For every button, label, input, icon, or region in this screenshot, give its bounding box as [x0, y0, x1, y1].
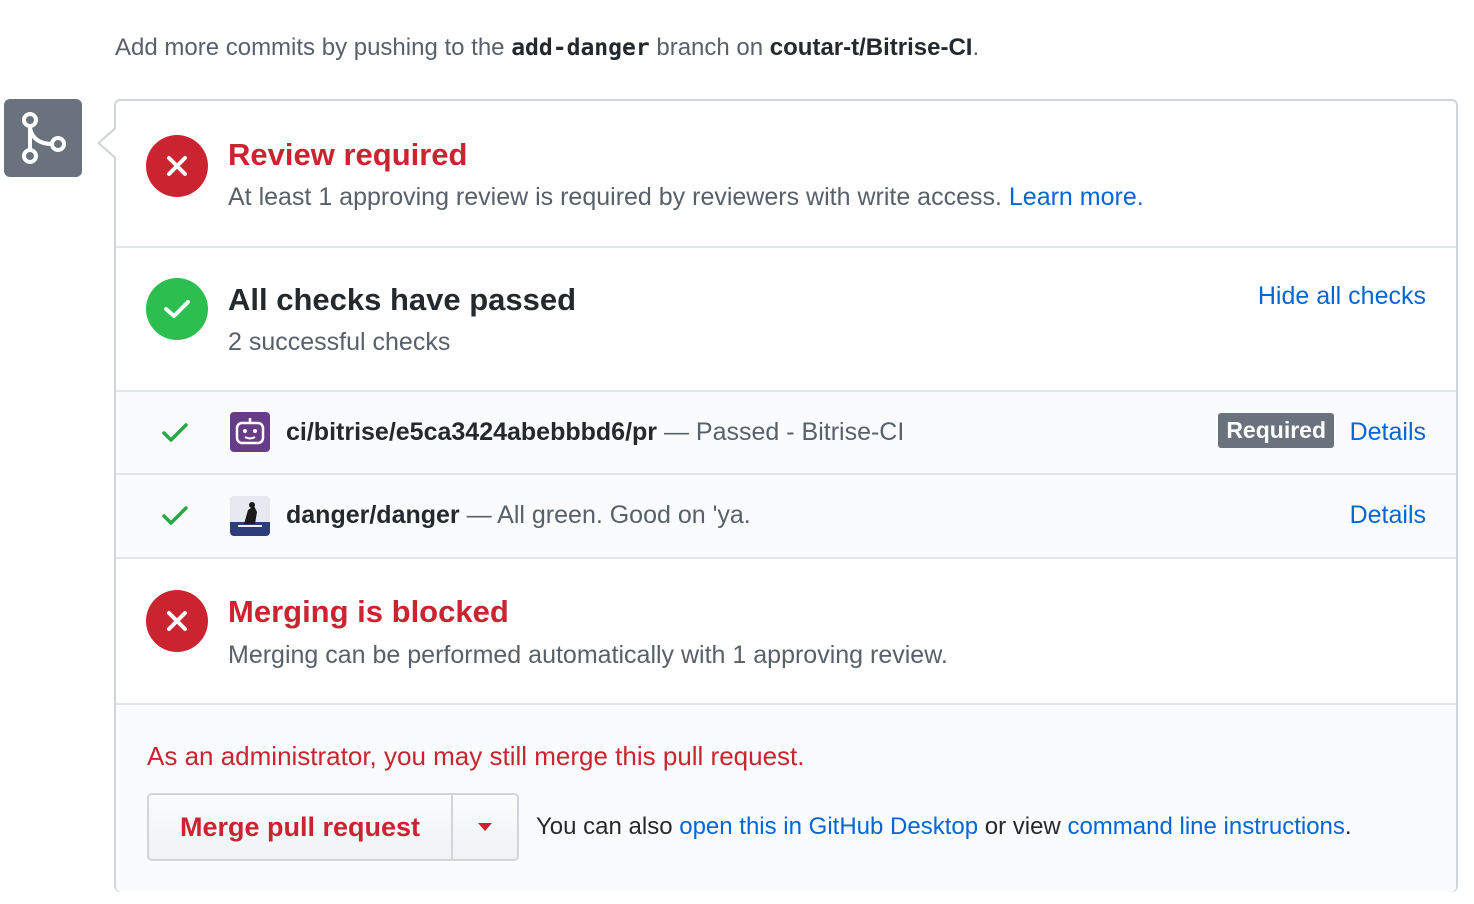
bitrise-avatar	[230, 412, 270, 452]
blocked-title: Merging is blocked	[228, 594, 509, 629]
x-circle-icon	[146, 135, 208, 197]
check-description: ci/bitrise/e5ca3424abebbbd6/pr — Passed …	[286, 418, 904, 447]
checks-title: All checks have passed	[228, 282, 577, 317]
merge-section: As an administrator, you may still merge…	[116, 705, 1456, 892]
push-hint-middle: branch on	[656, 34, 764, 61]
check-row: danger/danger — All green. Good on 'ya. …	[116, 475, 1456, 559]
check-row: ci/bitrise/e5ca3424abebbbd6/pr — Passed …	[116, 392, 1456, 475]
check-circle-icon	[146, 278, 208, 340]
push-hint-prefix: Add more commits by pushing to the	[115, 34, 505, 61]
checks-section: All checks have passed 2 successful chec…	[116, 248, 1456, 392]
required-badge: Required	[1218, 413, 1334, 448]
also-prefix: You can also	[536, 813, 673, 840]
details-link[interactable]: Details	[1350, 418, 1426, 447]
also-period: .	[1344, 813, 1352, 840]
merge-status-box: Review required At least 1 approving rev…	[114, 99, 1458, 892]
push-hint: Add more commits by pushing to the add-d…	[115, 34, 979, 62]
or-view-text: or view	[984, 813, 1061, 840]
git-merge-icon	[4, 99, 82, 177]
alternative-merge-text: You can also open this in GitHub Desktop…	[536, 813, 1352, 841]
box-pointer-inner	[100, 129, 116, 157]
blocked-description: Merging can be performed automatically w…	[228, 641, 948, 669]
check-icon	[162, 505, 188, 532]
push-hint-suffix: .	[972, 34, 980, 61]
check-context: danger/danger	[286, 501, 460, 529]
checks-subtitle: 2 successful checks	[228, 328, 451, 356]
check-status-text: — Passed - Bitrise-CI	[663, 418, 905, 446]
blocked-section: Merging is blocked Merging can be perfor…	[116, 559, 1456, 705]
check-icon	[162, 422, 188, 449]
check-status-text: — All green. Good on 'ya.	[466, 501, 751, 529]
repo-name: coutar-t/Bitrise-CI	[769, 34, 973, 61]
check-description: danger/danger — All green. Good on 'ya.	[286, 501, 751, 530]
github-desktop-link[interactable]: open this in GitHub Desktop	[679, 813, 978, 840]
learn-more-link[interactable]: Learn more.	[1009, 183, 1144, 211]
check-context: ci/bitrise/e5ca3424abebbbd6/pr	[286, 418, 658, 446]
review-description: At least 1 approving review is required …	[228, 183, 1144, 212]
merge-pull-request-button[interactable]: Merge pull request	[149, 795, 453, 859]
review-description-text: At least 1 approving review is required …	[228, 183, 1002, 211]
triangle-down-icon	[478, 823, 492, 831]
merge-button-group: Merge pull request	[147, 793, 519, 861]
x-circle-icon	[146, 590, 208, 652]
command-line-instructions-link[interactable]: command line instructions	[1067, 813, 1344, 840]
hide-all-checks-link[interactable]: Hide all checks	[1258, 282, 1426, 311]
danger-avatar	[230, 496, 270, 536]
review-title: Review required	[228, 137, 468, 172]
review-section: Review required At least 1 approving rev…	[116, 101, 1456, 248]
details-link[interactable]: Details	[1350, 501, 1426, 530]
admin-note: As an administrator, you may still merge…	[147, 741, 805, 771]
merge-method-dropdown[interactable]	[453, 795, 517, 859]
branch-name: add-danger	[511, 35, 650, 61]
